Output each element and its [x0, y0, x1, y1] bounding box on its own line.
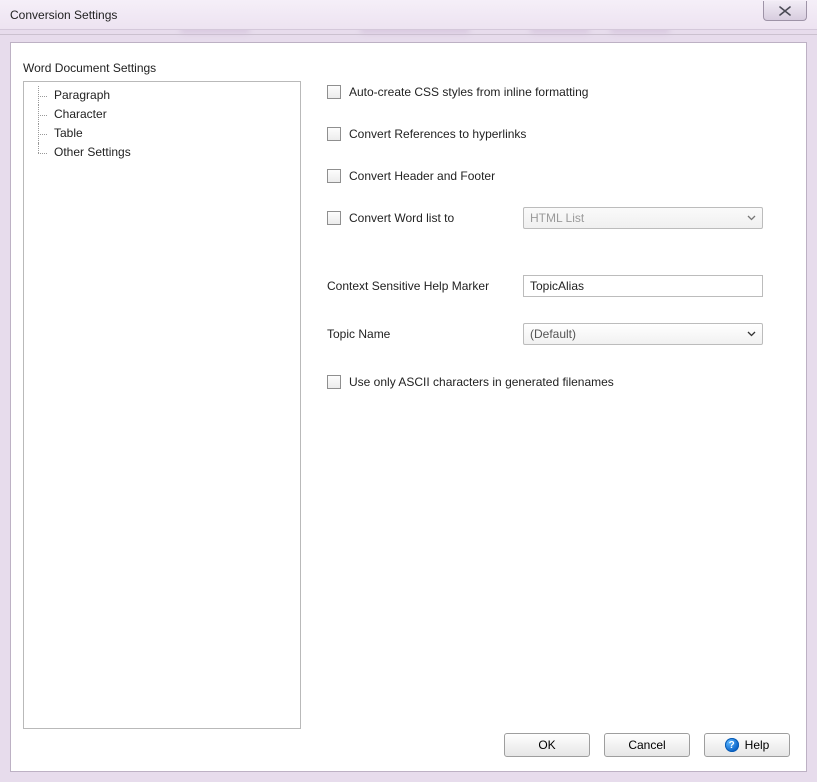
sidebar-tree[interactable]: Paragraph Character Table Other Settings [23, 81, 301, 729]
tree-item-character[interactable]: Character [26, 105, 298, 124]
convert-header-footer-checkbox[interactable] [327, 169, 341, 183]
dialog-backdrop: Conversion Settings Word Document Settin… [0, 0, 817, 782]
ascii-filenames-label: Use only ASCII characters in generated f… [349, 375, 614, 389]
form-area: Auto-create CSS styles from inline forma… [327, 81, 786, 413]
help-button-label: Help [745, 738, 770, 752]
chevron-down-icon [747, 215, 756, 221]
tree-item-label: Other Settings [54, 145, 131, 159]
titlebar: Conversion Settings [0, 0, 817, 30]
ascii-filenames-checkbox[interactable] [327, 375, 341, 389]
close-icon [778, 6, 792, 16]
tree-item-label: Table [54, 126, 83, 140]
context-marker-input[interactable] [523, 275, 763, 297]
help-button[interactable]: ? Help [704, 733, 790, 757]
tree-item-label: Paragraph [54, 88, 110, 102]
tree-item-paragraph[interactable]: Paragraph [26, 86, 298, 105]
tree-item-other-settings[interactable]: Other Settings [26, 143, 298, 162]
auto-css-checkbox[interactable] [327, 85, 341, 99]
help-icon: ? [725, 738, 739, 752]
tree-item-table[interactable]: Table [26, 124, 298, 143]
topic-name-label: Topic Name [327, 327, 523, 341]
convert-word-list-label: Convert Word list to [349, 211, 523, 225]
dialog-panel: Word Document Settings Paragraph Charact… [10, 42, 807, 772]
window-title: Conversion Settings [0, 8, 117, 22]
button-bar: OK Cancel ? Help [504, 733, 790, 757]
cancel-button-label: Cancel [628, 738, 665, 752]
convert-header-footer-label: Convert Header and Footer [349, 169, 495, 183]
chevron-down-icon [747, 331, 756, 337]
word-list-select[interactable]: HTML List [523, 207, 763, 229]
word-list-select-value: HTML List [530, 211, 584, 225]
tree-item-label: Character [54, 107, 107, 121]
topic-name-select-value: (Default) [530, 327, 576, 341]
context-marker-label: Context Sensitive Help Marker [327, 279, 523, 293]
ok-button[interactable]: OK [504, 733, 590, 757]
convert-word-list-checkbox[interactable] [327, 211, 341, 225]
ok-button-label: OK [538, 738, 555, 752]
topic-name-select[interactable]: (Default) [523, 323, 763, 345]
sidebar-heading: Word Document Settings [23, 61, 156, 75]
auto-css-label: Auto-create CSS styles from inline forma… [349, 85, 588, 99]
close-button[interactable] [763, 1, 807, 21]
convert-refs-checkbox[interactable] [327, 127, 341, 141]
convert-refs-label: Convert References to hyperlinks [349, 127, 526, 141]
cancel-button[interactable]: Cancel [604, 733, 690, 757]
